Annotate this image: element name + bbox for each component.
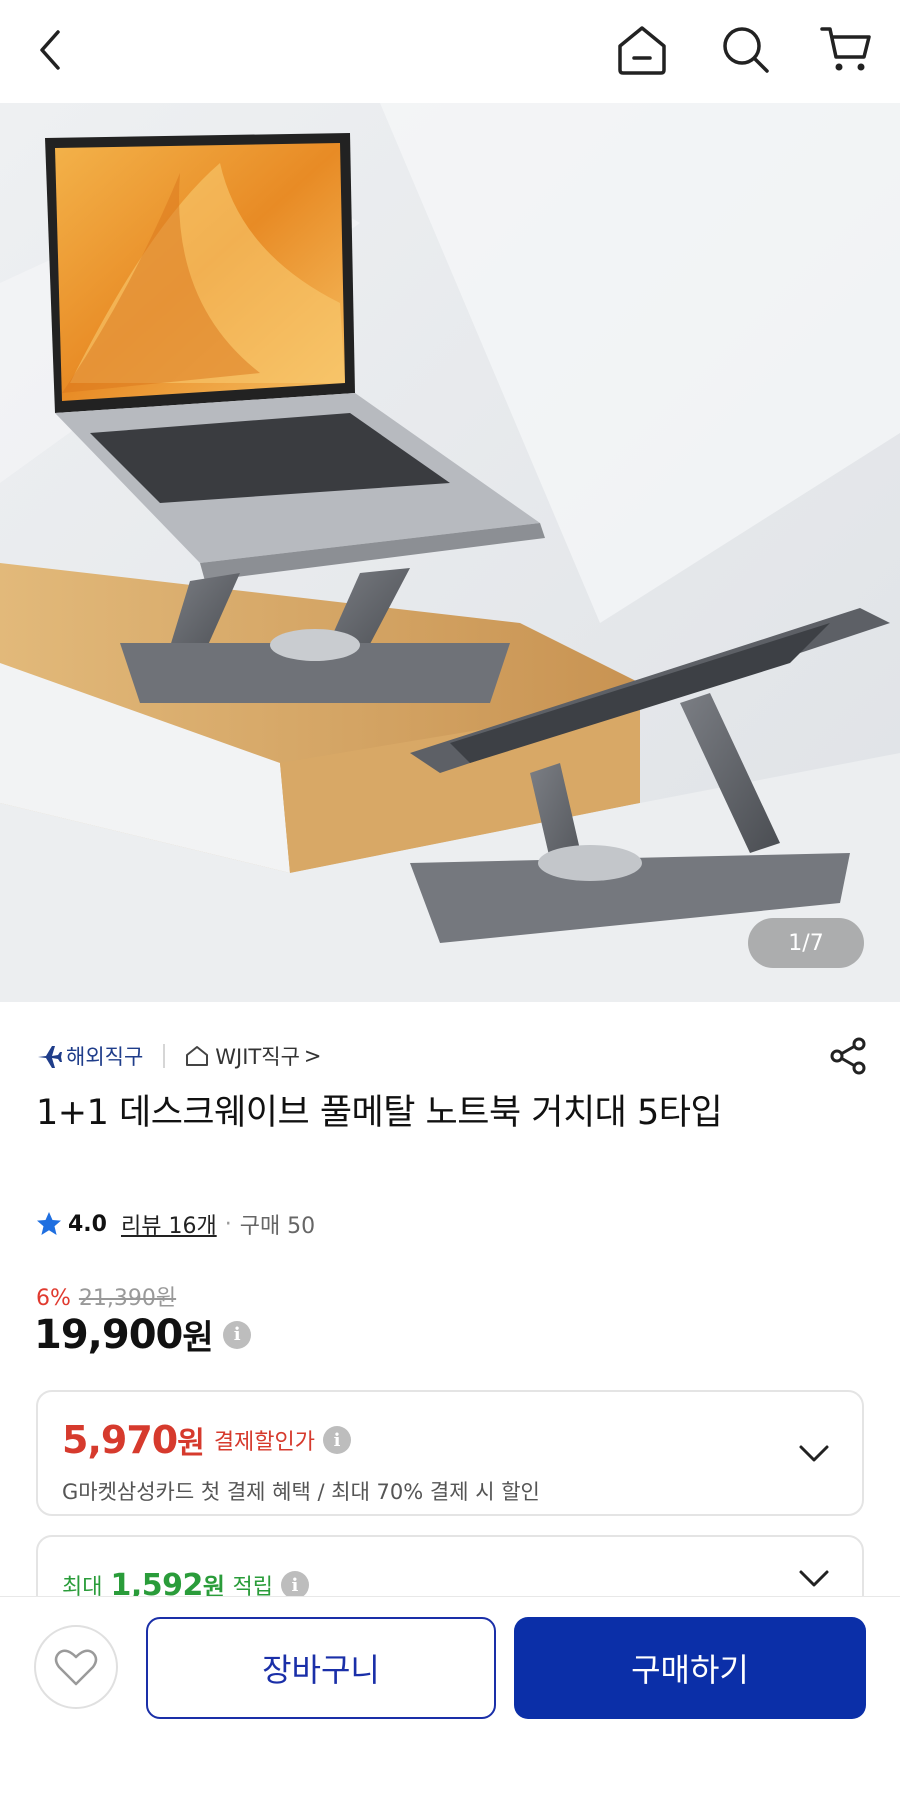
- review-link[interactable]: 리뷰 16개: [121, 1208, 217, 1240]
- cart-button[interactable]: [814, 18, 878, 82]
- store-link[interactable]: WJIT직구 >: [185, 1041, 322, 1071]
- home-icon: [618, 26, 666, 75]
- discount-rate: 6%: [36, 1286, 71, 1311]
- wishlist-button[interactable]: [34, 1625, 118, 1709]
- payment-discount-card[interactable]: 5,970 원 결제할인가 i G마켓삼성카드 첫 결제 혜택 / 최대 70%…: [36, 1390, 864, 1516]
- chevron-left-icon: [40, 30, 60, 70]
- search-button[interactable]: [714, 18, 778, 82]
- star-icon: [37, 1212, 61, 1235]
- bottom-action-bar: 장바구니 구매하기: [0, 1596, 900, 1809]
- sale-price: 19,900 원 i: [34, 1310, 251, 1359]
- home-button[interactable]: [610, 18, 674, 82]
- product-photo: [0, 103, 900, 1002]
- back-button[interactable]: [18, 18, 82, 82]
- sale-price-unit: 원: [182, 1318, 213, 1358]
- store-home-icon: [186, 1046, 209, 1066]
- airplane-icon: [38, 1046, 62, 1068]
- overseas-direct-badge[interactable]: 해외직구: [66, 1041, 143, 1071]
- search-icon: [723, 27, 769, 73]
- purchase-count: 구매 50: [239, 1214, 316, 1239]
- share-button[interactable]: [826, 1034, 870, 1078]
- heart-icon: [54, 1649, 98, 1686]
- share-icon: [830, 1037, 866, 1075]
- expand-reward-button[interactable]: [794, 1559, 834, 1599]
- discount-row: 6% 21,390원: [36, 1280, 176, 1312]
- price-info-icon[interactable]: i: [222, 1320, 251, 1349]
- reward-info-icon[interactable]: i: [280, 1571, 309, 1599]
- expand-payment-button[interactable]: [794, 1434, 834, 1474]
- rating-row: 4.0 리뷰 16개 · 구매 50: [36, 1208, 315, 1240]
- payment-info-icon[interactable]: i: [323, 1426, 352, 1454]
- original-price: 21,390원: [78, 1286, 177, 1311]
- payment-discount-line: 5,970 원 결제할인가 i: [62, 1418, 352, 1462]
- seller-info: 해외직구 WJIT직구 >: [36, 1038, 322, 1074]
- payment-discount-price: 5,970: [62, 1418, 178, 1462]
- payment-discount-description: G마켓삼성카드 첫 결제 혜택 / 최대 70% 결제 시 할인: [62, 1480, 540, 1504]
- store-chevron: >: [303, 1044, 322, 1068]
- divider: [163, 1044, 166, 1068]
- separator-dot: ·: [224, 1211, 232, 1237]
- chevron-down-icon: [799, 1570, 829, 1587]
- top-navigation-bar: [0, 0, 900, 103]
- product-image-gallery[interactable]: 1/7: [0, 103, 900, 1002]
- cart-icon: [820, 27, 871, 71]
- payment-discount-label: 결제할인가: [213, 1430, 316, 1455]
- product-title: 1+1 데스크웨이브 풀메탈 노트북 거치대 5타입: [36, 1093, 723, 1133]
- chevron-down-icon: [799, 1445, 829, 1462]
- payment-discount-unit: 원: [177, 1426, 205, 1461]
- store-name: WJIT직구: [215, 1045, 300, 1069]
- rating-score: 4.0: [68, 1211, 107, 1237]
- sale-price-number: 19,900: [34, 1311, 183, 1358]
- gallery-counter: 1/7: [748, 918, 864, 968]
- buy-now-button[interactable]: 구매하기: [514, 1617, 866, 1719]
- add-to-cart-button[interactable]: 장바구니: [146, 1617, 496, 1719]
